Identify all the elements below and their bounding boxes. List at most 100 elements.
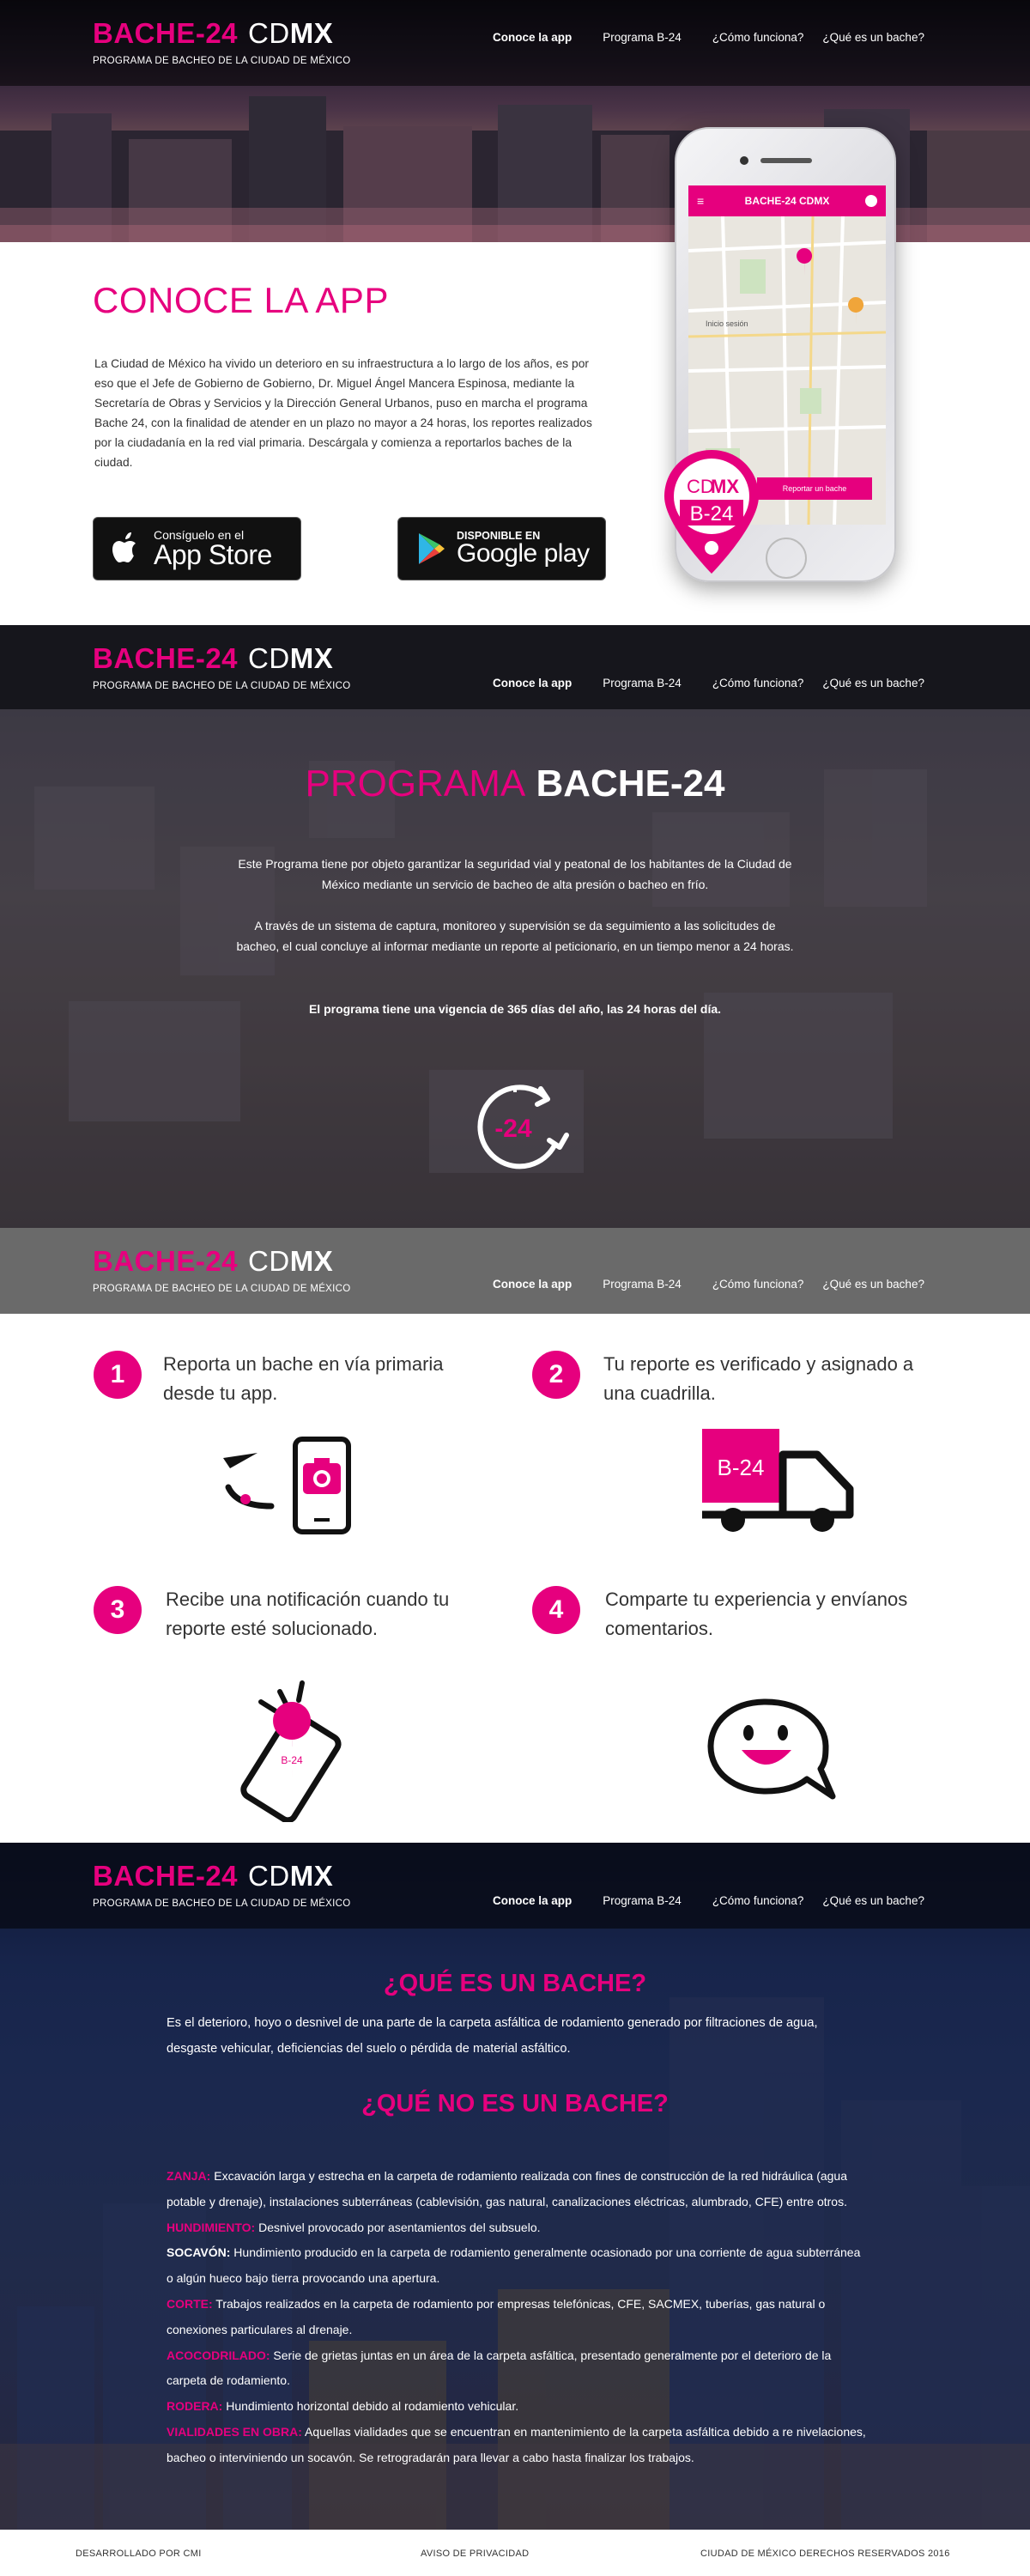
definitions-list: ZANJA: Excavación larga y estrecha en la… [167, 2164, 870, 2471]
footer-privacy-link[interactable]: AVISO DE PRIVACIDAD [421, 2549, 529, 2559]
pin-cd-text: CD [687, 476, 714, 497]
main-nav: Conoce la app Programa B-24 ¿Cómo funcio… [493, 1278, 924, 1291]
logo-bache24: BACHE-24 [93, 1245, 239, 1277]
svg-text:Inicio sesión: Inicio sesión [706, 319, 748, 328]
logo-subtitle: PROGRAMA DE BACHEO DE LA CIUDAD DE MÉXIC… [93, 1284, 351, 1294]
phone-app-title: BACHE-24 CDMX [744, 195, 830, 207]
nav-conoce-la-app[interactable]: Conoce la app [493, 677, 572, 690]
definition-term: SOCAVÓN: [167, 2245, 231, 2260]
definition-rodera: RODERA: Hundimiento horizontal debido al… [167, 2394, 870, 2420]
definition-vialidades-en-obra: VIALIDADES EN OBRA: Aquellas vialidades … [167, 2420, 870, 2471]
site-logo[interactable]: BACHE-24 CDMX PROGRAMA DE BACHEO DE LA CI… [93, 644, 351, 691]
nav-que-es-un-bache[interactable]: ¿Qué es un bache? [822, 1278, 924, 1291]
logo-mx: MX [289, 1860, 334, 1892]
que-es-paragraph: Es el deterioro, hoyo o desnivel de una … [167, 2016, 818, 2056]
step-2-number: 2 [532, 1351, 580, 1399]
clock-label: -24 [494, 1115, 532, 1143]
logo-cd: CD [248, 17, 290, 49]
logo-mx: MX [289, 642, 334, 674]
app-store-button[interactable]: Consíguelo en el App Store [93, 517, 301, 580]
site-logo[interactable]: BACHE-24 CDMX PROGRAMA DE BACHEO DE LA CI… [93, 1862, 351, 1909]
nav-como-funciona[interactable]: ¿Cómo funciona? [712, 677, 804, 690]
nav-conoce-la-app[interactable]: Conoce la app [493, 1278, 572, 1291]
site-header: BACHE-24 CDMX PROGRAMA DE BACHEO DE LA CI… [0, 1843, 1030, 1929]
chat-smiley-icon [707, 1698, 836, 1800]
footer-developed-by[interactable]: DESARROLLADO POR CMI [76, 2549, 202, 2559]
programa-title-b: BACHE-24 [536, 762, 725, 805]
definition-term: ZANJA: [167, 2169, 211, 2183]
site-logo[interactable]: BACHE-24 CDMX PROGRAMA DE BACHEO DE LA CI… [93, 1247, 351, 1294]
definition-text: Hundimiento producido en la carpeta de r… [167, 2245, 861, 2286]
truck-label: B-24 [718, 1455, 765, 1480]
step-2-text: Tu reporte es verificado y asignado a un… [603, 1353, 914, 1404]
nav-que-es-un-bache[interactable]: ¿Qué es un bache? [822, 1894, 924, 1907]
logo-cd: CD [248, 642, 290, 674]
definition-text: Desnivel provocado por asentamientos del… [255, 2220, 541, 2234]
nav-que-es-un-bache[interactable]: ¿Qué es un bache? [822, 31, 924, 44]
nav-conoce-la-app[interactable]: Conoce la app [493, 1894, 572, 1907]
phone-camera [740, 156, 748, 165]
definition-corte: CORTE: Trabajos realizados en la carpeta… [167, 2292, 870, 2343]
logo-subtitle: PROGRAMA DE BACHEO DE LA CIUDAD DE MÉXIC… [93, 1899, 351, 1909]
cdmx-b24-pin-icon: CD MX B-24 [664, 450, 759, 574]
programa-title-a: PROGRAMA [305, 762, 526, 805]
site-header: BACHE-24 CDMX PROGRAMA DE BACHEO DE LA CI… [0, 0, 1030, 86]
definition-acocodrilado: ACOCODRILADO: Serie de grietas juntas en… [167, 2343, 870, 2395]
que-es-title: ¿QUÉ ES UN BACHE? [383, 1970, 647, 1997]
programa-title: PROGRAMA BACHE-24 [0, 762, 1030, 805]
pin-mx-text: MX [711, 476, 739, 497]
main-nav: Conoce la app Programa B-24 ¿Cómo funcio… [493, 677, 924, 690]
main-nav: Conoce la app Programa B-24 ¿Cómo funcio… [493, 31, 924, 44]
logo-bache24: BACHE-24 [93, 642, 239, 674]
notification-phone-icon: B-24 [240, 1680, 342, 1822]
app-section-title: CONOCE LA APP [93, 280, 389, 320]
logo-subtitle: PROGRAMA DE BACHEO DE LA CIUDAD DE MÉXIC… [93, 681, 351, 691]
site-logo[interactable]: BACHE-24 CDMX PROGRAMA DE BACHEO DE LA CI… [93, 19, 351, 66]
phone-speaker [760, 158, 812, 163]
logo-mx: MX [289, 17, 334, 49]
definition-term: ACOCODRILADO: [167, 2348, 270, 2362]
site-footer: DESARROLLADO POR CMI AVISO DE PRIVACIDAD… [0, 2530, 1030, 2576]
definition-term: HUNDIMIENTO: [167, 2220, 256, 2234]
programa-paragraph-1: Este Programa tiene por objeto garantiza… [238, 857, 792, 891]
footer-copyright: CIUDAD DE MÉXICO DERECHOS RESERVADOS 201… [700, 2549, 950, 2559]
logo-mx: MX [289, 1245, 334, 1277]
step-4-number: 4 [532, 1586, 580, 1634]
app-store-big-text: App Store [154, 539, 272, 570]
step-3-text: Recibe una notificación cuando tu report… [166, 1589, 450, 1639]
phone-report-button: Reportar un bache [757, 477, 872, 500]
site-header: BACHE-24 CDMX PROGRAMA DE BACHEO DE LA CI… [0, 625, 1030, 711]
programa-paragraph-3: El programa tiene una vigencia de 365 dí… [308, 1002, 722, 1016]
phone-user-icon [865, 195, 877, 207]
step-1-text: Reporta un bache en vía primaria desde t… [163, 1353, 444, 1404]
definition-term: RODERA: [167, 2399, 223, 2414]
nav-programa-b24[interactable]: Programa B-24 [603, 1278, 682, 1291]
notification-label: B-24 [281, 1754, 303, 1766]
definition-text: Excavación larga y estrecha en la carpet… [167, 2169, 848, 2208]
main-nav: Conoce la app Programa B-24 ¿Cómo funcio… [493, 1894, 924, 1907]
step-4-text: Comparte tu experiencia y envíanos comen… [605, 1589, 908, 1639]
step-1-number: 1 [94, 1351, 142, 1399]
phone-home-button [766, 538, 807, 579]
definition-term: CORTE: [167, 2296, 213, 2311]
nav-como-funciona[interactable]: ¿Cómo funciona? [712, 1278, 804, 1291]
logo-cd: CD [248, 1245, 290, 1277]
app-description: La Ciudad de México ha vivido un deterio… [94, 357, 592, 469]
google-play-icon [419, 533, 445, 564]
logo-subtitle: PROGRAMA DE BACHEO DE LA CIUDAD DE MÉXIC… [93, 56, 351, 66]
nav-como-funciona[interactable]: ¿Cómo funciona? [712, 31, 804, 44]
clock-24-icon: -24 [477, 1084, 569, 1170]
logo-bache24: BACHE-24 [93, 1860, 239, 1892]
google-play-button[interactable]: DISPONIBLE EN Google play [397, 517, 606, 580]
phone-menu-icon: ≡ [697, 194, 705, 208]
programa-paragraph-2: A través de un sistema de captura, monit… [236, 919, 794, 953]
nav-programa-b24[interactable]: Programa B-24 [603, 677, 682, 690]
step-3-number: 3 [94, 1586, 142, 1634]
nav-conoce-la-app[interactable]: Conoce la app [493, 31, 572, 44]
nav-programa-b24[interactable]: Programa B-24 [603, 1894, 682, 1907]
phone-app-topbar: ≡ BACHE-24 CDMX [688, 185, 886, 216]
nav-programa-b24[interactable]: Programa B-24 [603, 31, 682, 44]
site-header: BACHE-24 CDMX PROGRAMA DE BACHEO DE LA CI… [0, 1228, 1030, 1314]
nav-que-es-un-bache[interactable]: ¿Qué es un bache? [822, 677, 924, 690]
nav-como-funciona[interactable]: ¿Cómo funciona? [712, 1894, 804, 1907]
